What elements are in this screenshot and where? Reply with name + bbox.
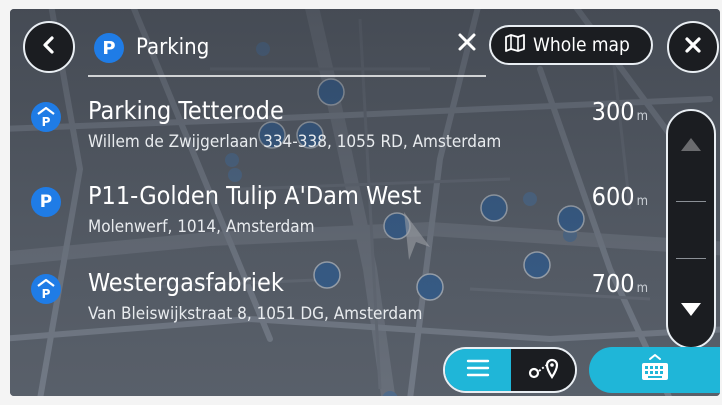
result-address: Van Bleiswijkstraat 8, 1051 DG, Amsterda… <box>88 304 423 324</box>
chevron-left-icon <box>39 35 59 59</box>
result-row[interactable]: P P11-Golden Tulip A'Dam West Molenwerf,… <box>10 181 660 273</box>
distance-unit: m <box>636 281 648 296</box>
distance-unit: m <box>636 194 648 209</box>
scroll-up-button[interactable] <box>668 111 714 181</box>
result-distance: 600 m <box>592 181 648 218</box>
whole-map-label: Whole map <box>533 34 630 56</box>
back-button[interactable] <box>23 21 75 73</box>
scroll-position-track[interactable] <box>676 201 706 259</box>
view-mode-toggle <box>443 347 577 393</box>
navigation-screen: P Parking Whole map P Parking Tetterode <box>10 9 720 396</box>
distance-value: 600 <box>591 182 635 211</box>
svg-text:P: P <box>42 115 51 128</box>
close-icon <box>683 35 703 59</box>
parking-icon: P <box>31 187 61 217</box>
chevron-down-icon <box>680 302 702 322</box>
scroll-down-button[interactable] <box>668 277 714 347</box>
result-name: P11-Golden Tulip A'Dam West <box>88 181 422 210</box>
keyboard-button[interactable] <box>589 347 720 393</box>
distance-value: 700 <box>591 269 635 298</box>
list-icon <box>466 359 490 381</box>
close-button[interactable] <box>667 21 719 73</box>
parking-garage-icon: P <box>31 274 61 304</box>
list-view-button[interactable] <box>445 349 511 391</box>
result-row[interactable]: P Parking Tetterode Willem de Zwijgerlaa… <box>10 96 660 188</box>
route-icon <box>523 356 563 384</box>
map-view-button[interactable] <box>511 349 575 391</box>
parking-garage-icon: P <box>31 102 61 132</box>
result-distance: 700 m <box>592 268 648 305</box>
clear-x-icon <box>457 32 477 56</box>
result-address: Molenwerf, 1014, Amsterdam <box>88 217 315 237</box>
distance-value: 300 <box>591 97 635 126</box>
result-row[interactable]: P Westergasfabriek Van Bleiswijkstraat 8… <box>10 268 660 360</box>
clear-search-button[interactable] <box>454 31 480 57</box>
search-query-text[interactable]: Parking <box>136 33 209 63</box>
result-name: Parking Tetterode <box>88 96 284 125</box>
result-name: Westergasfabriek <box>88 268 284 297</box>
whole-map-button[interactable]: Whole map <box>489 25 653 65</box>
parking-category-badge: P <box>94 33 124 63</box>
result-address: Willem de Zwijgerlaan 334-338, 1055 RD, … <box>88 132 502 152</box>
map-icon <box>505 33 525 57</box>
chevron-up-icon <box>680 136 702 156</box>
list-scroll-control <box>666 109 716 349</box>
svg-text:P: P <box>42 287 51 300</box>
keyboard-icon <box>639 353 671 387</box>
search-input[interactable]: P Parking <box>88 19 486 77</box>
distance-unit: m <box>636 109 648 124</box>
result-distance: 300 m <box>592 96 648 133</box>
